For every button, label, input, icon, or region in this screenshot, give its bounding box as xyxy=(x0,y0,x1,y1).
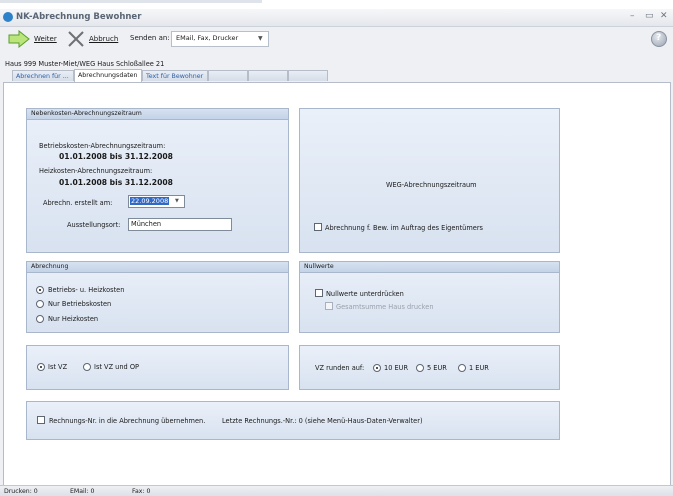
radio-ist-vz[interactable] xyxy=(37,363,45,371)
tab-empty-1[interactable] xyxy=(208,70,248,81)
cancel-x-icon xyxy=(68,31,84,47)
nebenkosten-group: Nebenkosten-Abrechnungszeitraum Betriebs… xyxy=(26,108,289,253)
tab-text-fuer-bewohner[interactable]: Text für Bewohner xyxy=(142,70,208,81)
vz-runden-label: VZ runden auf: xyxy=(315,364,365,372)
maximize-icon[interactable]: ▭ xyxy=(645,11,654,21)
heizkosten-label: Heizkosten-Abrechnungszeitraum: xyxy=(39,167,153,175)
chevron-down-icon: ▼ xyxy=(258,35,263,42)
abrechnung-group: Abrechnung Betriebs- u. Heizkosten Nur B… xyxy=(26,261,289,333)
forward-arrow-icon xyxy=(8,30,30,48)
betriebskosten-period: 01.01.2008 bis 31.12.2008 xyxy=(59,152,173,161)
date-value: 22.09.2008 xyxy=(130,197,170,205)
nullwerte-group: Nullwerte Nullwerte unterdrücken Gesamts… xyxy=(299,261,560,333)
weiter-label: Weiter xyxy=(34,35,57,43)
radio-betriebs-heizkosten[interactable] xyxy=(36,286,44,294)
vz-runden-group: VZ runden auf: 10 EUR 5 EUR 1 EUR xyxy=(299,345,560,390)
radio-label: Ist VZ xyxy=(48,363,68,371)
group-title: Nebenkosten-Abrechnungszeitraum xyxy=(31,110,142,117)
radio-nur-heizkosten[interactable] xyxy=(36,315,44,323)
auftrag-eigentuemer-label: Abrechnung f. Bew. im Auftrag des Eigent… xyxy=(325,224,483,232)
radio-label: 1 EUR xyxy=(469,364,489,372)
toolbar: Weiter Abbruch Senden an: EMail, Fax, Dr… xyxy=(0,27,673,51)
ausstellungsort-input[interactable]: München xyxy=(128,218,232,231)
tab-abrechnen-fuer[interactable]: Abrechnen für ... xyxy=(12,70,74,81)
senden-value: EMail, Fax, Drucker xyxy=(176,34,239,42)
status-fax: Fax: 0 xyxy=(132,488,151,495)
radio-1-eur[interactable] xyxy=(458,364,466,372)
status-drucken: Drucken: 0 xyxy=(4,488,38,495)
radio-nur-betriebskosten[interactable] xyxy=(36,300,44,308)
radio-label: Nur Heizkosten xyxy=(48,315,99,323)
weg-group: WEG-Abrechnungszeitraum Abrechnung f. Be… xyxy=(299,108,560,253)
tab-label: Abrechnungsdaten xyxy=(78,72,138,79)
app-icon xyxy=(3,12,13,22)
radio-10-eur[interactable] xyxy=(373,364,381,372)
abbruch-button[interactable]: Abbruch xyxy=(66,29,122,49)
tab-label: Abrechnen für ... xyxy=(16,73,69,80)
weg-title: WEG-Abrechnungszeitraum xyxy=(386,181,477,189)
erstellt-am-label: Abrechn. erstellt am: xyxy=(43,199,113,207)
tab-label: Text für Bewohner xyxy=(146,73,204,80)
nullwerte-checkbox[interactable] xyxy=(315,289,323,297)
tab-empty-2[interactable] xyxy=(248,70,288,81)
senden-label: Senden an: xyxy=(130,34,170,42)
tab-empty-3[interactable] xyxy=(288,70,328,81)
window-title: NK-Abrechnung Bewohner xyxy=(16,12,142,22)
background-tab xyxy=(0,0,262,3)
minimize-icon[interactable]: – xyxy=(630,11,635,21)
letzte-rechnungsnr-text: Letzte Rechnungs.-Nr.: 0 (siehe Menü-Hau… xyxy=(222,417,423,425)
radio-label: Ist VZ und OP xyxy=(94,363,139,371)
betriebskosten-label: Betriebskosten-Abrechnungszeitraum: xyxy=(39,142,166,150)
heizkosten-period: 01.01.2008 bis 31.12.2008 xyxy=(59,178,173,187)
close-icon[interactable]: ✕ xyxy=(660,11,668,21)
auftrag-eigentuemer-checkbox[interactable] xyxy=(314,223,322,231)
dialog-window: NK-Abrechnung Bewohner – ▭ ✕ Weiter Abbr… xyxy=(0,9,673,496)
rechnungsnr-label: Rechnungs-Nr. in die Abrechnung übernehm… xyxy=(49,417,206,425)
radio-5-eur[interactable] xyxy=(416,364,424,372)
radio-ist-vz-op[interactable] xyxy=(83,363,91,371)
status-bar: Drucken: 0 EMail: 0 Fax: 0 xyxy=(0,485,673,496)
vz-group: Ist VZ Ist VZ und OP xyxy=(26,345,289,390)
house-address: Haus 999 Muster-Miet/WEG Haus Schloßalle… xyxy=(5,60,165,68)
group-title: Nullwerte xyxy=(304,263,334,270)
rechnung-group: Rechnungs-Nr. in die Abrechnung übernehm… xyxy=(26,401,560,440)
radio-label: Nur Betriebskosten xyxy=(48,300,112,308)
gesamtsumme-checkbox[interactable] xyxy=(325,302,333,310)
ausstellungsort-label: Ausstellungsort: xyxy=(67,221,121,229)
rechnungsnr-checkbox[interactable] xyxy=(37,416,45,424)
radio-label: 5 EUR xyxy=(427,364,447,372)
ausstellungsort-value: München xyxy=(131,220,162,228)
title-bar: NK-Abrechnung Bewohner – ▭ ✕ xyxy=(0,9,673,27)
radio-label: 10 EUR xyxy=(384,364,409,372)
senden-dropdown[interactable]: EMail, Fax, Drucker ▼ xyxy=(171,31,269,47)
chevron-down-icon: ▼ xyxy=(175,198,179,204)
erstellt-am-date-picker[interactable]: 22.09.2008 ▼ xyxy=(128,195,185,208)
radio-label: Betriebs- u. Heizkosten xyxy=(48,286,125,294)
status-email: EMail: 0 xyxy=(70,488,95,495)
group-title: Abrechnung xyxy=(31,263,69,270)
tab-pane: Nebenkosten-Abrechnungszeitraum Betriebs… xyxy=(3,82,671,486)
tab-abrechnungsdaten[interactable]: Abrechnungsdaten xyxy=(74,69,142,82)
nullwerte-label: Nullwerte unterdrücken xyxy=(326,290,404,298)
help-icon[interactable]: ? xyxy=(651,31,667,47)
gesamtsumme-label: Gesamtsumme Haus drucken xyxy=(336,303,434,311)
abbruch-label: Abbruch xyxy=(89,35,119,43)
